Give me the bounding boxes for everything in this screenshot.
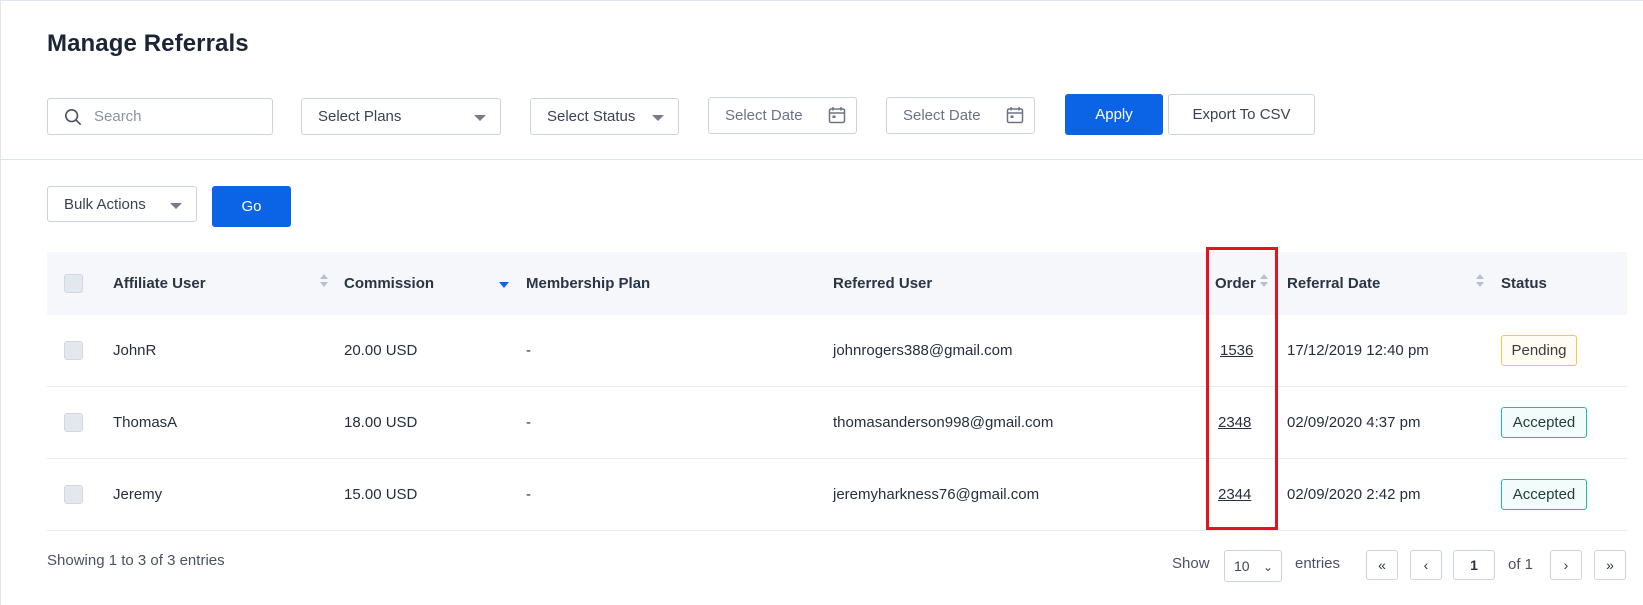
last-page-button[interactable]: »: [1594, 550, 1626, 580]
column-referral-date[interactable]: Referral Date: [1287, 252, 1380, 315]
status-badge: Pending: [1501, 335, 1577, 366]
caret-down-icon: [474, 115, 486, 121]
table-row: JohnR 20.00 USD - johnrogers388@gmail.co…: [47, 315, 1627, 387]
per-page-select[interactable]: 10 ⌄: [1224, 550, 1282, 582]
date-from-placeholder: Select Date: [725, 107, 803, 124]
order-link[interactable]: 2348: [1218, 414, 1251, 431]
commission-cell: 15.00 USD: [344, 486, 418, 503]
column-affiliate-user[interactable]: Affiliate User: [113, 252, 206, 315]
column-status: Status: [1501, 252, 1547, 315]
column-label: Referral Date: [1287, 275, 1381, 292]
select-status-dropdown[interactable]: Select Status: [530, 98, 679, 135]
table-row: ThomasA 18.00 USD - thomasanderson998@gm…: [47, 387, 1627, 459]
chevron-down-icon: ⌄: [1262, 560, 1273, 574]
select-all-checkbox[interactable]: [64, 274, 83, 293]
referral-date-cell: 17/12/2019 12:40 pm: [1287, 342, 1429, 359]
referred-user-cell: johnrogers388@gmail.com: [833, 342, 1013, 359]
order-link[interactable]: 1536: [1220, 342, 1253, 359]
column-commission[interactable]: Commission: [344, 252, 434, 315]
row-checkbox[interactable]: [64, 485, 83, 504]
apply-button[interactable]: Apply: [1065, 94, 1163, 135]
next-page-button[interactable]: ›: [1550, 550, 1582, 580]
column-membership-plan: Membership Plan: [526, 252, 650, 315]
membership-plan-cell: -: [526, 414, 531, 431]
column-label: Membership Plan: [526, 275, 651, 292]
select-plans-label: Select Plans: [318, 108, 402, 125]
entries-summary: Showing 1 to 3 of 3 entries: [47, 552, 225, 569]
commission-cell: 18.00 USD: [344, 414, 418, 431]
search-placeholder: Search: [94, 108, 142, 125]
date-from-input[interactable]: Select Date: [708, 97, 857, 134]
calendar-icon[interactable]: [828, 106, 846, 124]
export-csv-button[interactable]: Export To CSV: [1168, 94, 1315, 135]
entries-label: entries: [1295, 555, 1341, 572]
select-status-label: Select Status: [547, 108, 636, 125]
column-order[interactable]: Order: [1215, 252, 1256, 315]
status-badge: Accepted: [1501, 479, 1587, 510]
column-label: Status: [1501, 275, 1547, 292]
order-link[interactable]: 2344: [1218, 486, 1251, 503]
referral-date-cell: 02/09/2020 2:42 pm: [1287, 486, 1421, 503]
row-checkbox[interactable]: [64, 341, 83, 360]
table-header: Affiliate User Commission Membership Pla…: [47, 252, 1627, 315]
affiliate-user-cell: ThomasA: [113, 414, 178, 431]
search-icon: [64, 108, 82, 126]
commission-cell: 20.00 USD: [344, 342, 418, 359]
caret-down-icon: [652, 115, 664, 121]
caret-down-icon: [170, 203, 182, 209]
calendar-icon[interactable]: [1006, 106, 1024, 124]
column-label: Affiliate User: [113, 275, 206, 292]
affiliate-user-cell: Jeremy: [113, 486, 163, 503]
column-label: Commission: [344, 275, 435, 292]
page-count-label: of 1: [1508, 556, 1534, 573]
sort-icon[interactable]: [1475, 274, 1485, 288]
referred-user-cell: jeremyharkness76@gmail.com: [833, 486, 1040, 503]
table-row: Jeremy 15.00 USD - jeremyharkness76@gmai…: [47, 459, 1627, 531]
column-referred-user: Referred User: [833, 252, 932, 315]
membership-plan-cell: -: [526, 342, 531, 359]
filter-bar: [0, 0, 1643, 160]
date-to-input[interactable]: Select Date: [886, 97, 1035, 134]
current-page-input[interactable]: 1: [1453, 550, 1495, 580]
referral-date-cell: 02/09/2020 4:37 pm: [1287, 414, 1421, 431]
first-page-button[interactable]: «: [1366, 550, 1398, 580]
per-page-value: 10: [1234, 558, 1250, 574]
bulk-actions-dropdown[interactable]: Bulk Actions: [47, 186, 197, 222]
sort-icon[interactable]: [319, 274, 329, 288]
search-input[interactable]: Search: [47, 98, 273, 135]
column-label: Referred User: [833, 275, 933, 292]
show-label: Show: [1172, 555, 1210, 572]
column-label: Order: [1215, 275, 1256, 292]
referred-user-cell: thomasanderson998@gmail.com: [833, 414, 1054, 431]
prev-page-button[interactable]: ‹: [1410, 550, 1442, 580]
date-to-placeholder: Select Date: [903, 107, 981, 124]
bulk-actions-label: Bulk Actions: [64, 195, 146, 213]
row-checkbox[interactable]: [64, 413, 83, 432]
page-title: Manage Referrals: [47, 30, 249, 57]
go-button[interactable]: Go: [212, 186, 291, 227]
sort-desc-icon[interactable]: [499, 282, 509, 288]
select-plans-dropdown[interactable]: Select Plans: [301, 98, 501, 135]
membership-plan-cell: -: [526, 486, 531, 503]
sort-icon[interactable]: [1259, 274, 1269, 288]
status-badge: Accepted: [1501, 407, 1587, 438]
affiliate-user-cell: JohnR: [113, 342, 157, 359]
